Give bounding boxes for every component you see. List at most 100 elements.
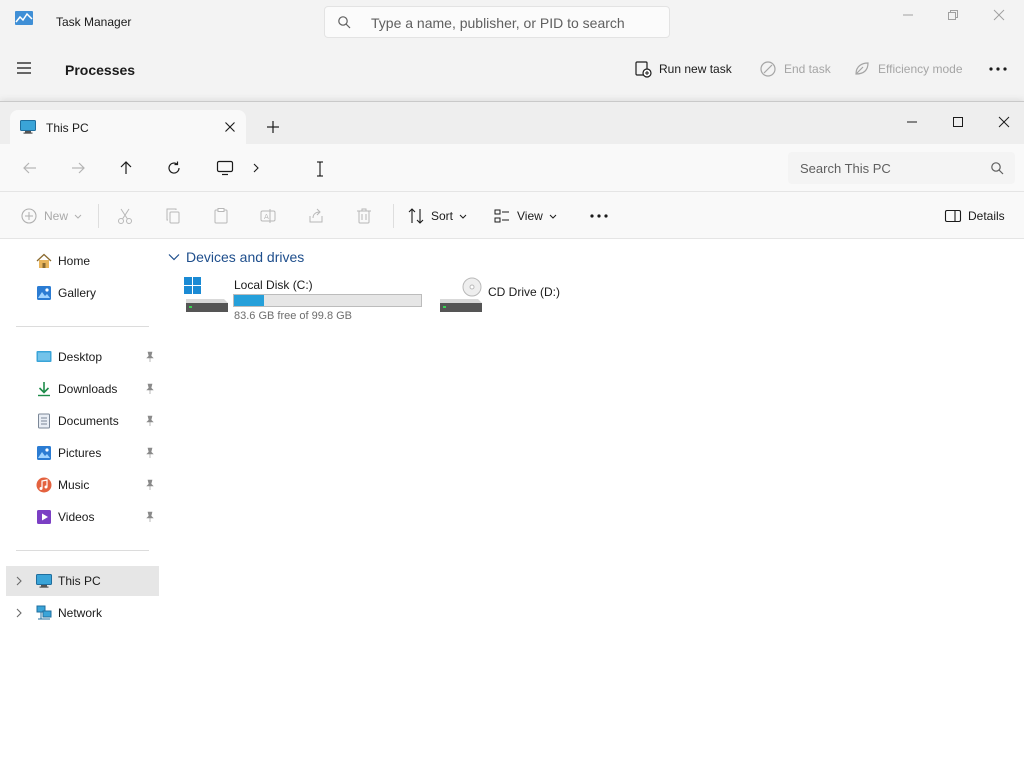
efficiency-mode-icon [855, 62, 869, 75]
end-task-button[interactable]: End task [759, 60, 831, 78]
pin-icon[interactable] [144, 447, 156, 459]
explorer-minimize-button[interactable] [889, 108, 935, 136]
chevron-down-icon [549, 214, 557, 219]
disk-usage-fill [234, 295, 265, 306]
forward-button[interactable] [66, 156, 90, 180]
sort-label: Sort [431, 209, 454, 223]
drive-name: Local Disk (C:) [234, 278, 313, 292]
task-manager-title: Task Manager [56, 15, 132, 29]
nav-item-network[interactable]: Network [6, 598, 158, 628]
sort-button[interactable]: Sort [407, 204, 467, 228]
new-label: New [44, 209, 69, 223]
pin-icon[interactable] [144, 351, 156, 363]
task-manager-minimize-button[interactable] [885, 4, 931, 26]
back-button[interactable] [18, 156, 42, 180]
drive-local-disk-c[interactable]: Local Disk (C:) 83.6 GB free of 99.8 GB [184, 277, 424, 325]
search-icon [338, 16, 351, 29]
chevron-right-icon[interactable] [14, 608, 24, 618]
nav-item-gallery[interactable]: Gallery [6, 278, 158, 308]
nav-item-downloads[interactable]: Downloads [6, 374, 158, 404]
nav-item-label: Videos [58, 510, 95, 524]
monitor-icon [216, 160, 234, 176]
pin-icon[interactable] [144, 383, 156, 395]
group-header-devices[interactable]: Devices and drives [168, 249, 304, 265]
close-tab-icon[interactable] [222, 119, 238, 135]
new-tab-icon[interactable] [263, 117, 283, 137]
run-new-task-button[interactable]: Run new task [634, 60, 732, 78]
efficiency-mode-button[interactable]: Efficiency mode [853, 60, 963, 78]
delete-button[interactable] [355, 204, 379, 228]
view-icon [494, 209, 509, 223]
chevron-down-icon [459, 214, 467, 219]
cut-button[interactable] [116, 204, 140, 228]
breadcrumb-chevron-icon[interactable] [250, 161, 262, 175]
nav-item-home[interactable]: Home [6, 246, 158, 276]
gallery-icon [37, 286, 51, 300]
close-icon [998, 116, 1010, 128]
delete-icon [357, 208, 371, 224]
search-icon [991, 162, 1004, 175]
nav-item-this-pc[interactable]: This PC [6, 566, 159, 596]
command-toolbar: New A Sort View Details [0, 191, 1024, 239]
toolbar-divider [98, 204, 99, 228]
task-manager-search-placeholder: Type a name, publisher, or PID to search [371, 15, 625, 31]
address-field[interactable] [204, 152, 780, 184]
nav-item-pictures[interactable]: Pictures [6, 438, 158, 468]
details-pane-icon [944, 209, 962, 223]
disk-usage-bar [233, 294, 422, 307]
this-pc-icon [20, 120, 36, 134]
view-button[interactable]: View [493, 204, 557, 228]
nav-item-music[interactable]: Music [6, 470, 158, 500]
pin-icon[interactable] [144, 415, 156, 427]
explorer-close-button[interactable] [981, 108, 1024, 136]
run-new-task-label: Run new task [659, 62, 732, 76]
explorer-maximize-button[interactable] [935, 108, 981, 136]
forward-arrow-icon [72, 162, 85, 174]
task-manager-titlebar: Task Manager Type a name, publisher, or … [0, 0, 1024, 44]
more-options-icon[interactable] [985, 58, 1011, 80]
task-manager-close-button[interactable] [976, 4, 1022, 26]
hamburger-menu-icon[interactable] [12, 58, 36, 78]
details-pane-button[interactable]: Details [944, 204, 1005, 228]
nav-item-desktop[interactable]: Desktop [6, 342, 158, 372]
drive-free-space: 83.6 GB free of 99.8 GB [234, 310, 353, 322]
drive-cd-drive-d[interactable]: CD Drive (D:) [438, 277, 578, 325]
chevron-right-icon[interactable] [14, 576, 24, 586]
tab-this-pc[interactable]: This PC [10, 110, 246, 144]
search-placeholder: Search This PC [800, 161, 891, 176]
more-options-icon [590, 214, 608, 218]
nav-divider [16, 550, 149, 551]
windows-drive-icon [184, 277, 228, 312]
nav-item-label: Pictures [58, 446, 102, 460]
see-more-button[interactable] [587, 204, 611, 228]
refresh-button[interactable] [162, 156, 186, 180]
nav-item-videos[interactable]: Videos [6, 502, 158, 532]
cd-drive-icon [440, 277, 482, 312]
rename-button[interactable]: A [259, 204, 283, 228]
back-arrow-icon [23, 162, 36, 174]
pin-icon[interactable] [144, 479, 156, 491]
paste-button[interactable] [212, 204, 236, 228]
share-button[interactable] [307, 204, 331, 228]
task-manager-search-input[interactable]: Type a name, publisher, or PID to search [324, 6, 670, 38]
task-manager-restore-button[interactable] [930, 4, 976, 26]
address-bar-row: Search This PC [0, 144, 1024, 191]
up-arrow-icon [120, 161, 132, 174]
svg-text:A: A [264, 213, 269, 221]
tab-strip: This PC [0, 102, 1024, 144]
music-folder-icon [36, 477, 52, 493]
nav-item-documents[interactable]: Documents [6, 406, 158, 436]
pin-icon[interactable] [144, 511, 156, 523]
efficiency-mode-label: Efficiency mode [878, 62, 963, 76]
new-plus-icon [21, 208, 37, 224]
new-button[interactable]: New [20, 204, 82, 228]
desktop-folder-icon [36, 351, 52, 362]
search-input[interactable]: Search This PC [788, 152, 1015, 184]
home-icon [36, 253, 52, 268]
task-manager-window: Task Manager Type a name, publisher, or … [0, 0, 1024, 110]
pictures-folder-icon [37, 446, 51, 460]
nav-item-label: This PC [58, 574, 101, 588]
minimize-icon [907, 121, 917, 123]
copy-button[interactable] [164, 204, 188, 228]
up-button[interactable] [114, 156, 138, 180]
